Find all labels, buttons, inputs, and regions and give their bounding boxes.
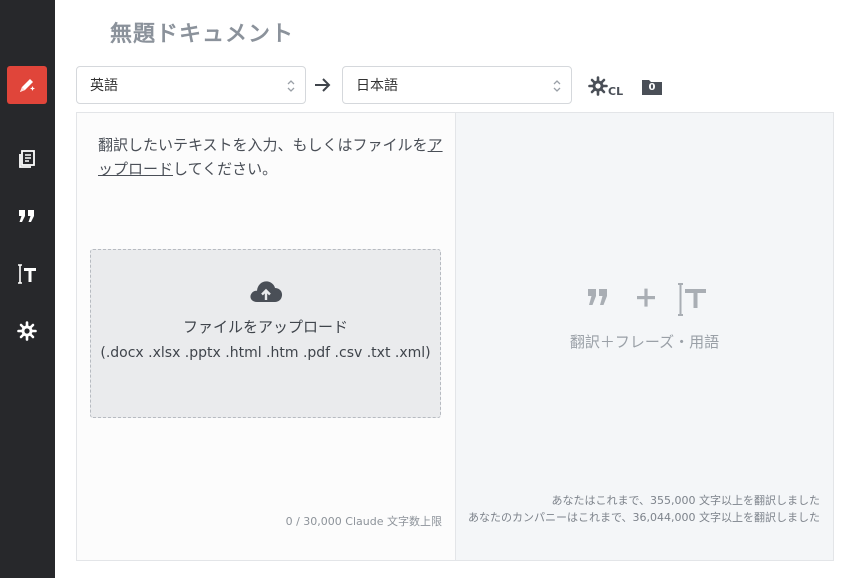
character-count: 0 / 30,000 Claude 文字数上限 [285, 515, 442, 528]
text-cursor-icon [678, 283, 706, 316]
sidebar-item-documents[interactable] [7, 140, 47, 178]
target-language-value: 日本語 [356, 78, 398, 94]
sidebar-item-glossary[interactable] [7, 255, 47, 293]
custom-language-settings-button[interactable]: CL [588, 76, 624, 100]
gear-icon [588, 76, 608, 96]
document-title[interactable]: 無題ドキュメント [110, 16, 294, 48]
pen-sparkle-icon [20, 79, 35, 92]
prompt-text-end: してください。 [173, 160, 278, 178]
folder-button[interactable]: 0 [641, 78, 663, 96]
arrow-right-icon [315, 78, 331, 92]
sidebar-item-settings[interactable] [7, 312, 47, 350]
input-prompt: 翻訳したいテキストを入力、もしくはファイルをアップロードしてください。 [98, 133, 443, 181]
quote-icon [588, 289, 607, 305]
sidebar-item-phrases[interactable] [7, 197, 47, 235]
stat-company: あなたのカンパニーはこれまで、36,044,000 文字以上を翻訳しました [467, 511, 820, 524]
dropzone-file-types: (.docx .xlsx .pptx .html .htm .pdf .csv … [100, 345, 431, 361]
plus-icon [637, 288, 655, 307]
features-caption: 翻訳＋フレーズ・用語 [569, 333, 720, 351]
cl-label: CL [608, 85, 624, 98]
translation-panel: 翻訳＋フレーズ・用語 あなたはこれまで、355,000 文字以上を翻訳しました … [455, 112, 834, 561]
folder-count: 0 [648, 82, 656, 93]
select-caret-icon [553, 80, 561, 92]
translation-stats: あなたはこれまで、355,000 文字以上を翻訳しました あなたのカンパニーはこ… [450, 492, 820, 526]
documents-icon [19, 150, 35, 168]
stat-personal: あなたはこれまで、355,000 文字以上を翻訳しました [551, 494, 820, 507]
select-caret-icon [287, 80, 295, 92]
prompt-text: 翻訳したいテキストを入力、もしくはファイルを [98, 136, 428, 154]
cloud-upload-icon [250, 281, 283, 302]
target-language-select[interactable]: 日本語 [342, 66, 572, 104]
feature-icons [588, 283, 706, 316]
source-language-value: 英語 [90, 78, 118, 94]
file-dropzone[interactable]: ファイルをアップロード (.docx .xlsx .pptx .html .ht… [90, 249, 441, 418]
sidebar [0, 0, 55, 578]
quote-icon [19, 210, 34, 222]
text-cursor-icon [18, 264, 36, 284]
source-language-select[interactable]: 英語 [76, 66, 306, 104]
sidebar-item-translate[interactable] [7, 66, 47, 104]
source-panel[interactable]: 翻訳したいテキストを入力、もしくはファイルをアップロードしてください。 ファイル… [76, 112, 456, 561]
dropzone-title: ファイルをアップロード [182, 318, 348, 336]
gear-icon [17, 321, 37, 341]
